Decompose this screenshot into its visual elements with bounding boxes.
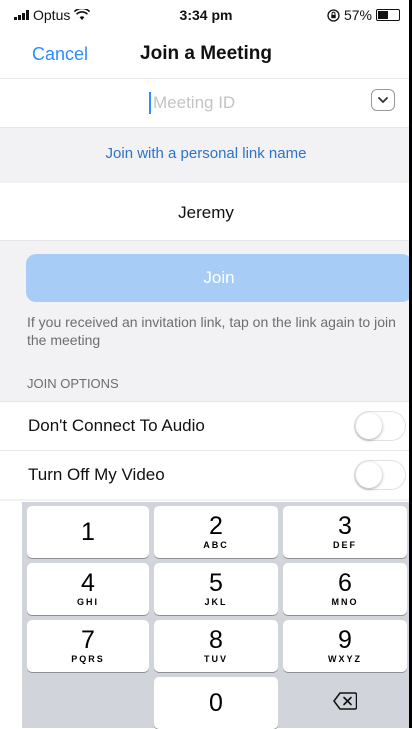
key-7[interactable]: 7 PQRS — [27, 620, 149, 672]
help-text: If you received an invitation link, tap … — [27, 314, 396, 348]
option-label-video: Turn Off My Video — [28, 465, 165, 484]
key-blank — [27, 677, 149, 729]
backspace-icon — [333, 692, 358, 710]
key-5[interactable]: 5 JKL — [154, 563, 278, 615]
key-2[interactable]: 2 ABC — [154, 506, 278, 558]
page-title: Join a Meeting — [140, 43, 272, 64]
status-bar: Optus 3:34 pm 57% — [0, 0, 412, 30]
meeting-id-field[interactable]: Meeting ID — [0, 79, 412, 128]
key-3[interactable]: 3 DEF — [283, 506, 407, 558]
orientation-lock-icon — [327, 8, 340, 22]
meeting-history-dropdown-button[interactable] — [371, 89, 395, 111]
numeric-keypad: 1 2 ABC 3 DEF 4 GHI 5 JKL 6 MNO 7 PQRS 8 TUV 9W… — [22, 502, 412, 729]
key-8[interactable]: 8 TUV — [154, 620, 278, 672]
key-0[interactable]: 0 — [154, 677, 278, 729]
key-1[interactable]: 1 — [27, 506, 149, 558]
toggle-knob — [356, 413, 382, 439]
chevron-down-icon — [378, 97, 388, 104]
key-6[interactable]: 6 MNO — [283, 563, 407, 615]
video-toggle[interactable] — [354, 460, 406, 490]
screen-name-field[interactable]: Jeremy — [0, 184, 412, 241]
option-row-audio: Don't Connect To Audio — [0, 401, 412, 450]
personal-link-button[interactable]: Join with a personal link name — [0, 145, 412, 162]
toggle-knob — [356, 462, 382, 488]
delete-key[interactable] — [283, 677, 407, 729]
audio-toggle[interactable] — [354, 411, 406, 441]
app-screen: Optus 3:34 pm 57% Cancel Join a Meeting … — [0, 0, 412, 729]
screen-name-value: Jeremy — [178, 203, 234, 222]
status-right: 57% — [327, 7, 400, 23]
key-4[interactable]: 4 GHI — [27, 563, 149, 615]
option-label-audio: Don't Connect To Audio — [28, 416, 205, 435]
battery-percent: 57% — [343, 7, 372, 23]
join-button[interactable]: Join — [26, 254, 412, 302]
text-cursor — [149, 92, 151, 114]
key-9[interactable]: 9 WXYZ — [283, 620, 407, 672]
meeting-id-placeholder: Meeting ID — [153, 93, 236, 112]
join-options-header: JOIN OPTIONS — [27, 376, 119, 391]
option-row-video: Turn Off My Video — [0, 450, 412, 499]
navigation-bar: Cancel Join a Meeting — [0, 30, 412, 79]
battery-icon — [376, 9, 400, 21]
